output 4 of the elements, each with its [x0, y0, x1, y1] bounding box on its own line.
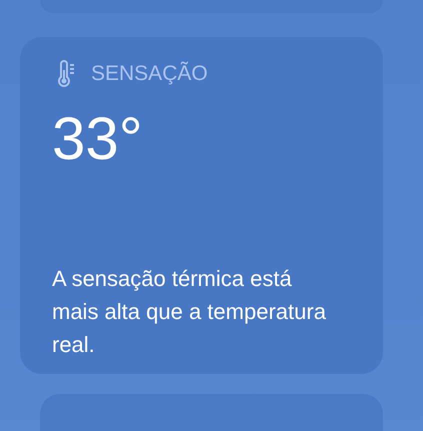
description: A sensação térmica está mais alta que a temperatura real.: [52, 264, 327, 359]
temperature-value: 33°: [52, 108, 144, 169]
thermometer-icon: [57, 60, 77, 88]
card-title: SENSAÇÃO: [91, 63, 208, 84]
